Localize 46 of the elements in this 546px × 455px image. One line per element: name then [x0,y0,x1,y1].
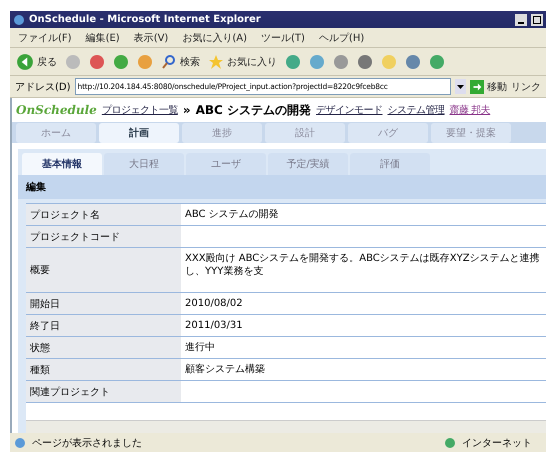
stop-icon[interactable] [89,54,105,70]
field-value: XXX殿向け ABCシステムを開発する。ABCシステムは既存XYZシステムと連携し、YYY業務を支 [184,252,541,279]
window-title: OnSchedule - Microsoft Internet Explorer [29,14,262,25]
search-button[interactable]: 検索 [161,54,200,70]
admin-link[interactable]: システム管理 [388,103,445,117]
field-value: ABC システムの開発 [184,208,280,222]
favorites-button[interactable]: お気に入り [208,54,277,70]
menu-item[interactable]: ツール(T) [261,30,305,44]
field-label: 開始日 [26,293,181,314]
status-zone: インターネット [462,436,533,450]
go-button[interactable]: 移動 [470,80,507,94]
menu-item[interactable]: ヘルプ(H) [318,30,364,44]
field-value: 2011/03/31 [184,319,244,333]
field-label: 関連プロジェクト [26,381,181,402]
back-button[interactable]: 戻る [16,52,57,70]
nav-tab[interactable]: 計画 [99,122,179,142]
minimize-icon[interactable] [515,14,527,26]
field-value: 顧客システム構築 [184,362,266,377]
field-label: 種類 [26,359,181,380]
links-button[interactable]: リンク [511,80,541,94]
status-message: ページが表示されました [32,436,143,450]
star-icon [208,54,224,70]
field-label: 概要 [26,248,181,292]
menu-item[interactable]: お気に入り(A) [182,30,247,44]
field-value: 進行中 [184,340,216,355]
browser-icon [13,14,25,26]
field-label: プロジェクトコード [26,226,181,247]
address-label: アドレス(D) [15,80,71,94]
search-icon [161,54,177,70]
dropdown-icon[interactable] [455,79,466,94]
project-list-link[interactable]: プロジェクト一覧 [102,103,178,117]
design-mode-link[interactable]: デザインモード [316,103,383,117]
user-link[interactable]: 齋藤 邦夫 [450,103,490,117]
sub-tab[interactable]: 基本情報 [22,153,102,175]
field-label: 終了日 [26,315,181,336]
menu-item[interactable]: 表示(V) [134,30,168,44]
horizontal-scrollbar[interactable] [26,420,546,433]
maximize-icon[interactable] [531,14,543,26]
menu-item[interactable]: ファイル(F) [18,30,72,44]
menu-item[interactable]: 編集(E) [86,30,120,44]
field-label: プロジェクト名 [26,204,181,225]
field-label: 状態 [26,337,181,358]
breadcrumb-separator: » [182,103,191,117]
project-title: ABC システムの開発 [196,102,312,118]
section-header: 編集 [18,175,546,199]
field-value: 2010/08/02 [184,297,244,311]
